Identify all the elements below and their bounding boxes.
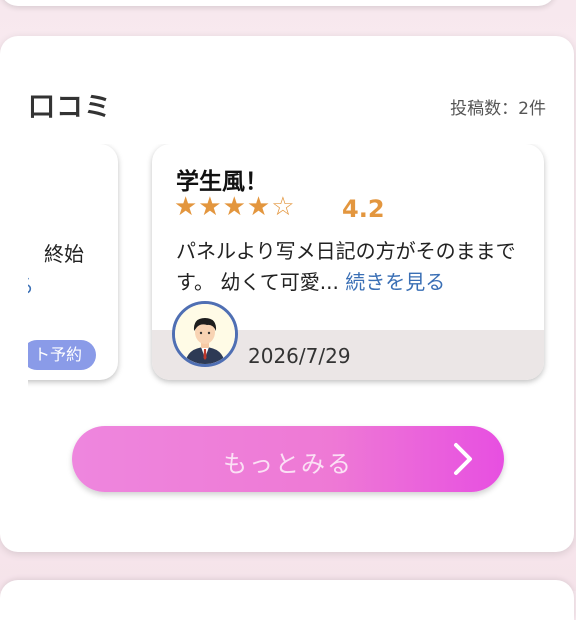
section-title: 口コミ	[28, 92, 112, 123]
review-card-previous[interactable]: 終始 る ト予約	[28, 144, 118, 380]
review-carousel[interactable]: 終始 る ト予約 学生風！ ★★★★☆ 4.2 パネルより写メ日記の方がそのまま…	[28, 144, 574, 394]
next-section-card	[0, 580, 574, 620]
reserve-badge[interactable]: ト予約	[28, 340, 96, 370]
previous-section-card	[0, 0, 556, 6]
read-more-link-partial[interactable]: る	[28, 270, 34, 299]
post-count: 投稿数：2件	[450, 99, 546, 119]
avatar	[172, 301, 238, 367]
review-card[interactable]: 学生風！ ★★★★☆ 4.2 パネルより写メ日記の方がそのままです。 幼くて可愛…	[152, 144, 544, 380]
review-body: パネルより写メ日記の方がそのままです。 幼くて可愛... 続きを見る	[176, 236, 526, 298]
star-rating-icon: ★★★★☆	[174, 192, 296, 222]
user-avatar-icon	[175, 304, 235, 364]
review-snippet: 終始	[44, 242, 84, 266]
rating-value: 4.2	[342, 195, 385, 223]
read-more-link[interactable]: 続きを見る	[345, 270, 445, 294]
reviews-panel: 口コミ 投稿数：2件 終始 る ト予約 学生風！ ★★★★☆ 4.2 パネルより…	[0, 36, 574, 552]
see-more-label: もっとみる	[223, 450, 353, 478]
review-date: 2026/7/29	[248, 344, 351, 368]
see-more-button[interactable]: もっとみる	[72, 426, 504, 492]
review-title: 学生風！	[176, 169, 268, 195]
chevron-right-icon	[454, 443, 472, 475]
